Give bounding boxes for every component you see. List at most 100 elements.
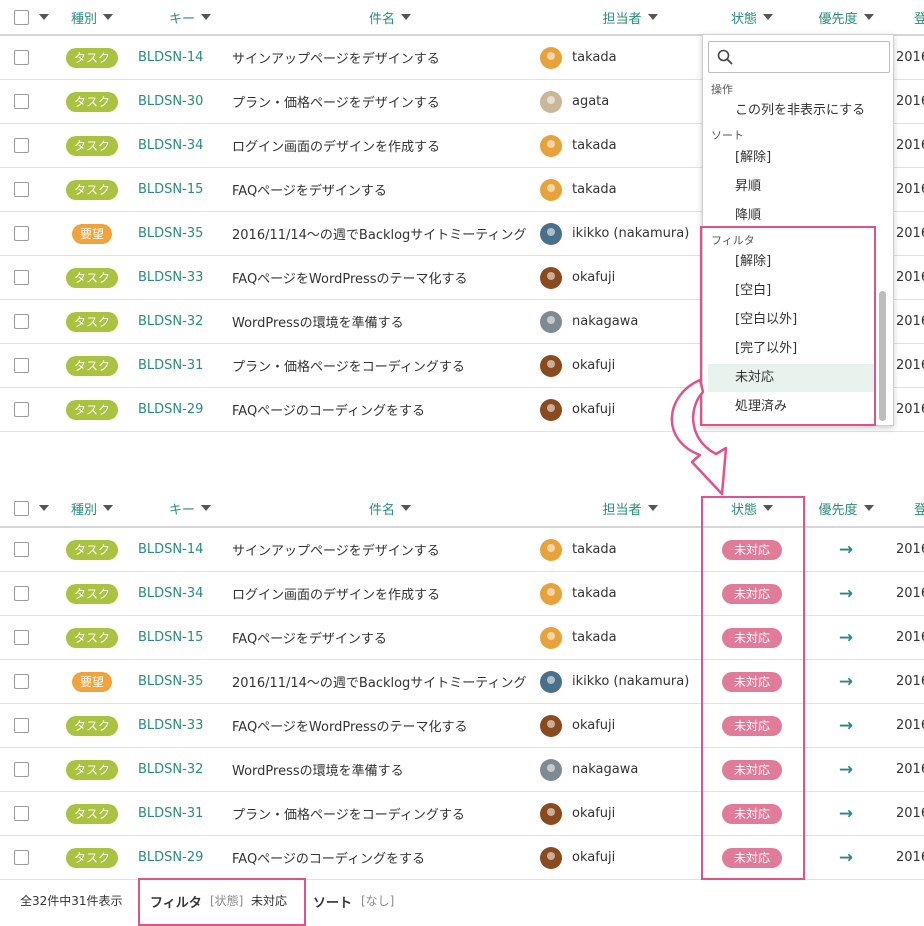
menu-scrollbar[interactable] bbox=[879, 291, 886, 421]
issue-subject[interactable]: WordPressの環境を準備する bbox=[232, 300, 532, 343]
menu-item-sort-clear[interactable]: [解除] bbox=[708, 144, 876, 172]
issue-key-link[interactable]: BLDSN-35 bbox=[138, 674, 203, 689]
menu-item-sort-desc[interactable]: 降順 bbox=[708, 202, 876, 230]
column-header-type[interactable]: 種別 bbox=[56, 0, 128, 34]
column-header-priority[interactable]: 優先度 bbox=[806, 0, 886, 34]
select-all-checkbox[interactable] bbox=[14, 9, 29, 25]
table-row[interactable]: タスク BLDSN-29 FAQページのコーディングをする okafuji 未対応 → 20… bbox=[0, 836, 924, 880]
issue-subject-text[interactable]: 2016/11/14〜の週でBacklogサイトミーティング bbox=[232, 224, 527, 243]
issue-key[interactable]: BLDSN-33 bbox=[138, 256, 224, 299]
menu-item-filter-clear[interactable]: [解除] bbox=[708, 248, 876, 276]
issue-subject[interactable]: サインアップページをデザインする bbox=[232, 528, 532, 571]
issue-subject-text[interactable]: 2016/11/14〜の週でBacklogサイトミーティング bbox=[232, 672, 527, 691]
issue-subject[interactable]: FAQページをデザインする bbox=[232, 168, 532, 211]
issue-key[interactable]: BLDSN-35 bbox=[138, 660, 224, 703]
footer-sort-label[interactable]: ソート bbox=[313, 892, 352, 911]
row-checkbox[interactable] bbox=[14, 806, 29, 821]
issue-key-link[interactable]: BLDSN-34 bbox=[138, 138, 203, 153]
row-checkbox[interactable] bbox=[14, 850, 29, 865]
issue-subject-text[interactable]: ログイン画面のデザインを作成する bbox=[232, 584, 440, 603]
row-checkbox[interactable] bbox=[14, 358, 29, 373]
table-row[interactable]: タスク BLDSN-34 ログイン画面のデザインを作成する takada 未対応 → 201… bbox=[0, 572, 924, 616]
issue-subject[interactable]: FAQページをWordPressのテーマ化する bbox=[232, 256, 532, 299]
row-select[interactable] bbox=[14, 212, 54, 255]
select-all-checkbox[interactable] bbox=[14, 500, 29, 516]
issue-subject[interactable]: プラン・価格ページをデザインする bbox=[232, 80, 532, 123]
issue-key-link[interactable]: BLDSN-34 bbox=[138, 586, 203, 601]
issue-subject-text[interactable]: FAQページをデザインする bbox=[232, 628, 387, 647]
menu-item-filter-nonblank[interactable]: [空白以外] bbox=[708, 306, 876, 334]
chevron-down-icon[interactable] bbox=[39, 14, 49, 20]
row-checkbox[interactable] bbox=[14, 630, 29, 645]
menu-item-sort-asc[interactable]: 昇順 bbox=[708, 173, 876, 201]
row-select[interactable] bbox=[14, 300, 54, 343]
issue-subject[interactable]: ログイン画面のデザインを作成する bbox=[232, 572, 532, 615]
issue-key-link[interactable]: BLDSN-31 bbox=[138, 806, 203, 821]
issue-key-link[interactable]: BLDSN-30 bbox=[138, 94, 203, 109]
row-select[interactable] bbox=[14, 704, 54, 747]
issue-subject-text[interactable]: FAQページをWordPressのテーマ化する bbox=[232, 716, 468, 735]
row-select[interactable] bbox=[14, 572, 54, 615]
issue-subject[interactable]: 2016/11/14〜の週でBacklogサイトミーティング bbox=[232, 212, 532, 255]
issue-key[interactable]: BLDSN-32 bbox=[138, 300, 224, 343]
issue-key-link[interactable]: BLDSN-14 bbox=[138, 542, 203, 557]
issue-subject[interactable]: ログイン画面のデザインを作成する bbox=[232, 124, 532, 167]
issue-key-link[interactable]: BLDSN-31 bbox=[138, 358, 203, 373]
issue-key-link[interactable]: BLDSN-29 bbox=[138, 402, 203, 417]
issue-key[interactable]: BLDSN-33 bbox=[138, 704, 224, 747]
column-header-priority[interactable]: 優先度 bbox=[806, 490, 886, 526]
table-row[interactable]: タスク BLDSN-33 FAQページをWordPressのテーマ化する okafuj… bbox=[0, 704, 924, 748]
issue-key[interactable]: BLDSN-34 bbox=[138, 572, 224, 615]
row-checkbox[interactable] bbox=[14, 94, 29, 109]
column-header-date[interactable]: 登 bbox=[914, 490, 924, 526]
row-checkbox[interactable] bbox=[14, 542, 29, 557]
row-select[interactable] bbox=[14, 36, 54, 79]
row-select[interactable] bbox=[14, 80, 54, 123]
menu-item-filter-blank[interactable]: [空白] bbox=[708, 277, 876, 305]
issue-key[interactable]: BLDSN-34 bbox=[138, 124, 224, 167]
issue-key[interactable]: BLDSN-14 bbox=[138, 36, 224, 79]
issue-subject-text[interactable]: WordPressの環境を準備する bbox=[232, 312, 404, 331]
issue-subject-text[interactable]: サインアップページをデザインする bbox=[232, 48, 440, 67]
row-checkbox[interactable] bbox=[14, 270, 29, 285]
row-checkbox[interactable] bbox=[14, 314, 29, 329]
issue-key[interactable]: BLDSN-15 bbox=[138, 168, 224, 211]
issue-subject[interactable]: 2016/11/14〜の週でBacklogサイトミーティング bbox=[232, 660, 532, 703]
issue-subject[interactable]: プラン・価格ページをコーディングする bbox=[232, 344, 532, 387]
row-checkbox[interactable] bbox=[14, 402, 29, 417]
row-checkbox[interactable] bbox=[14, 138, 29, 153]
row-checkbox[interactable] bbox=[14, 674, 29, 689]
row-select[interactable] bbox=[14, 660, 54, 703]
column-header-assignee[interactable]: 担当者 bbox=[590, 0, 670, 34]
select-all-column[interactable] bbox=[14, 0, 54, 34]
column-header-status[interactable]: 状態 bbox=[702, 0, 802, 34]
issue-key-link[interactable]: BLDSN-32 bbox=[138, 762, 203, 777]
footer-filter-label[interactable]: フィルタ bbox=[150, 892, 202, 911]
row-select[interactable] bbox=[14, 168, 54, 211]
table-row[interactable]: タスク BLDSN-32 WordPressの環境を準備する nakagawa 未対応 →… bbox=[0, 748, 924, 792]
column-header-key[interactable]: キー bbox=[160, 490, 220, 526]
menu-item-filter-not-done[interactable]: [完了以外] bbox=[708, 335, 876, 363]
column-header-assignee[interactable]: 担当者 bbox=[590, 490, 670, 526]
issue-subject-text[interactable]: プラン・価格ページをデザインする bbox=[232, 92, 440, 111]
issue-subject[interactable]: FAQページをデザインする bbox=[232, 616, 532, 659]
table-row[interactable]: 要望 BLDSN-35 2016/11/14〜の週でBacklogサイトミーティング… bbox=[0, 660, 924, 704]
chevron-down-icon[interactable] bbox=[39, 505, 49, 511]
issue-key-link[interactable]: BLDSN-14 bbox=[138, 50, 203, 65]
issue-subject[interactable]: プラン・価格ページをコーディングする bbox=[232, 792, 532, 835]
issue-key[interactable]: BLDSN-31 bbox=[138, 344, 224, 387]
menu-item-filter-resolved[interactable]: 処理済み bbox=[708, 393, 876, 421]
issue-subject-text[interactable]: サインアップページをデザインする bbox=[232, 540, 440, 559]
issue-subject-text[interactable]: プラン・価格ページをコーディングする bbox=[232, 356, 465, 375]
issue-key[interactable]: BLDSN-31 bbox=[138, 792, 224, 835]
row-select[interactable] bbox=[14, 836, 54, 879]
menu-search-input[interactable] bbox=[708, 41, 890, 73]
issue-key-link[interactable]: BLDSN-33 bbox=[138, 718, 203, 733]
issue-subject[interactable]: WordPressの環境を準備する bbox=[232, 748, 532, 791]
column-header-status[interactable]: 状態 bbox=[702, 490, 802, 526]
issue-subject-text[interactable]: WordPressの環境を準備する bbox=[232, 760, 404, 779]
table-row[interactable]: タスク BLDSN-14 サインアップページをデザインする takada 未対応 → 201… bbox=[0, 528, 924, 572]
table-row[interactable]: タスク BLDSN-15 FAQページをデザインする takada 未対応 → 2016 bbox=[0, 616, 924, 660]
row-checkbox[interactable] bbox=[14, 50, 29, 65]
issue-subject[interactable]: FAQページをWordPressのテーマ化する bbox=[232, 704, 532, 747]
